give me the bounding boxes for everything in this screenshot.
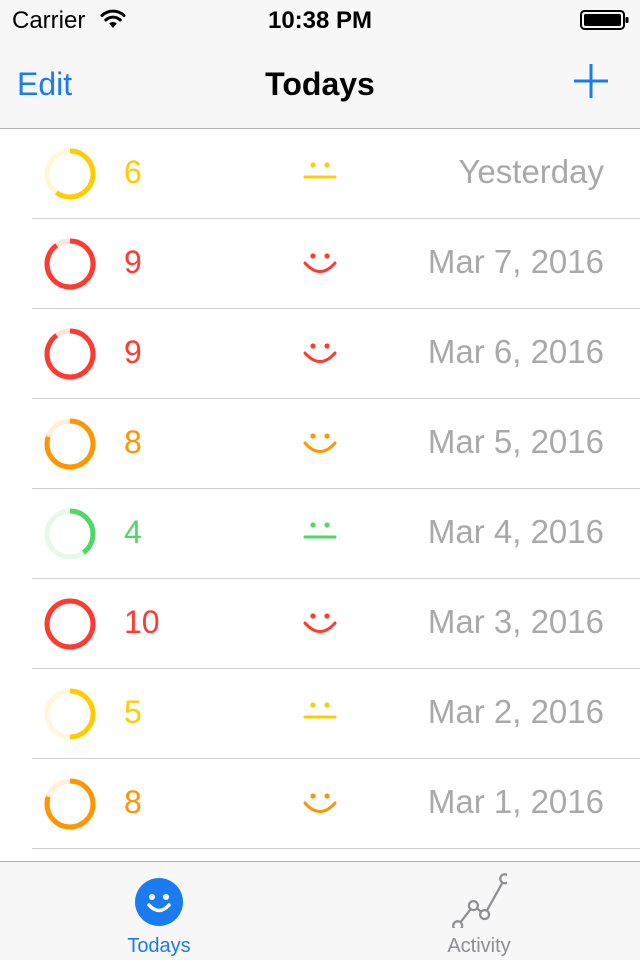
neutral-face-icon [303,162,337,179]
neutral-face-icon [303,702,337,719]
tab-activity-label: Activity [447,935,511,957]
smiley-icon [135,878,183,926]
score-ring-icon [44,148,96,200]
entry-date: Mar 3, 2016 [427,603,604,640]
score-ring-icon [44,418,96,470]
score-value: 9 [124,334,142,370]
score-ring-icon [44,328,96,380]
score-ring-icon [44,508,96,560]
entry-date: Yesterday [458,153,604,190]
score-value: 6 [124,154,142,190]
clock-time: 10:38 PM [267,7,373,34]
list-item[interactable]: 8 Mar 1, 2016 [0,759,640,849]
tab-activity[interactable]: Activity [399,862,559,960]
list-item[interactable]: 8 Mar 5, 2016 [0,399,640,489]
list-item[interactable]: 9 Mar 6, 2016 [0,309,640,399]
happy-face-icon [303,343,337,363]
battery-icon [580,10,629,30]
entry-date: Mar 1, 2016 [427,783,604,820]
score-value: 8 [124,424,142,460]
tab-todays-label: Todays [127,935,191,957]
entry-date: Mar 7, 2016 [427,243,604,280]
neutral-face-icon [303,522,337,539]
page-title: Todays [265,66,375,102]
entry-date: Mar 6, 2016 [427,333,604,370]
navigation-bar: Edit Todays [0,40,640,129]
entry-date: Mar 5, 2016 [427,423,604,460]
score-ring-icon [44,688,96,740]
line-chart-icon [452,873,507,928]
add-button[interactable] [572,62,610,100]
status-bar: Carrier 10:38 PM [0,0,640,40]
entry-date: Mar 4, 2016 [427,513,604,550]
happy-face-icon [303,253,337,273]
list-item[interactable]: 6 Yesterday [0,129,640,219]
score-value: 10 [124,604,160,640]
happy-face-icon [303,613,337,633]
tab-bar: Todays Activity [0,861,640,960]
score-ring-icon [44,598,96,650]
score-value: 5 [124,694,142,730]
happy-face-icon [303,433,337,453]
plus-icon [574,64,608,98]
score-value: 9 [124,244,142,280]
score-value: 4 [124,514,142,550]
score-ring-icon [44,238,96,290]
list-item[interactable]: 10 Mar 3, 2016 [0,579,640,669]
entries-list: 6 Yesterday 9 Mar 7, 2016 9 Mar 6, 2016 8 Mar 5… [0,129,640,861]
list-item[interactable]: 4 Mar 4, 2016 [0,489,640,579]
entry-date: Mar 2, 2016 [427,693,604,730]
list-item[interactable]: 5 Mar 2, 2016 [0,669,640,759]
score-ring-icon [44,778,96,830]
score-value: 8 [124,784,142,820]
happy-face-icon [303,793,337,813]
list-item[interactable]: 9 Mar 7, 2016 [0,219,640,309]
tab-todays[interactable]: Todays [79,862,239,960]
